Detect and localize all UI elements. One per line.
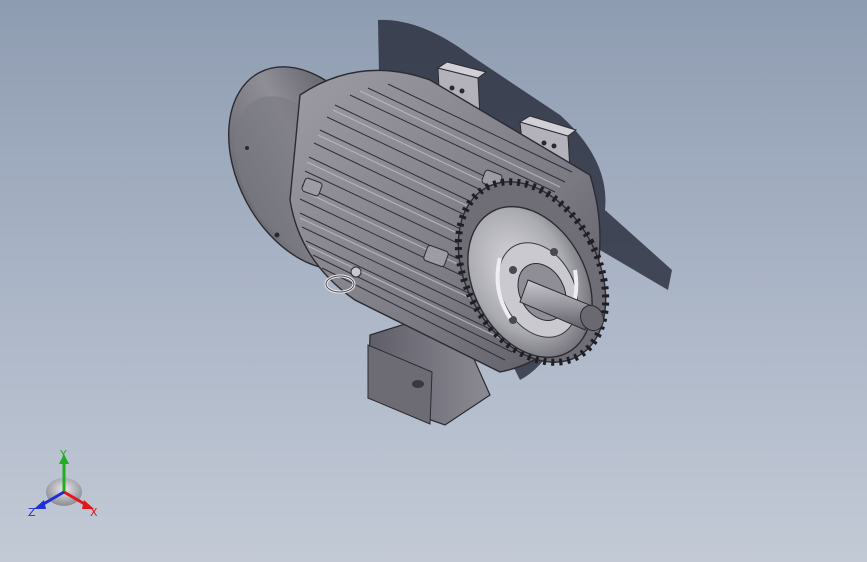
motor-model[interactable] bbox=[0, 0, 867, 562]
x-axis-label: X bbox=[90, 506, 98, 519]
z-axis-arrow bbox=[34, 500, 46, 509]
z-axis-label: Z bbox=[28, 506, 36, 519]
y-axis-label: Y bbox=[59, 448, 67, 461]
graphics-viewport[interactable]: Y X Z bbox=[0, 0, 867, 562]
coordinate-triad[interactable]: Y X Z bbox=[26, 446, 106, 526]
